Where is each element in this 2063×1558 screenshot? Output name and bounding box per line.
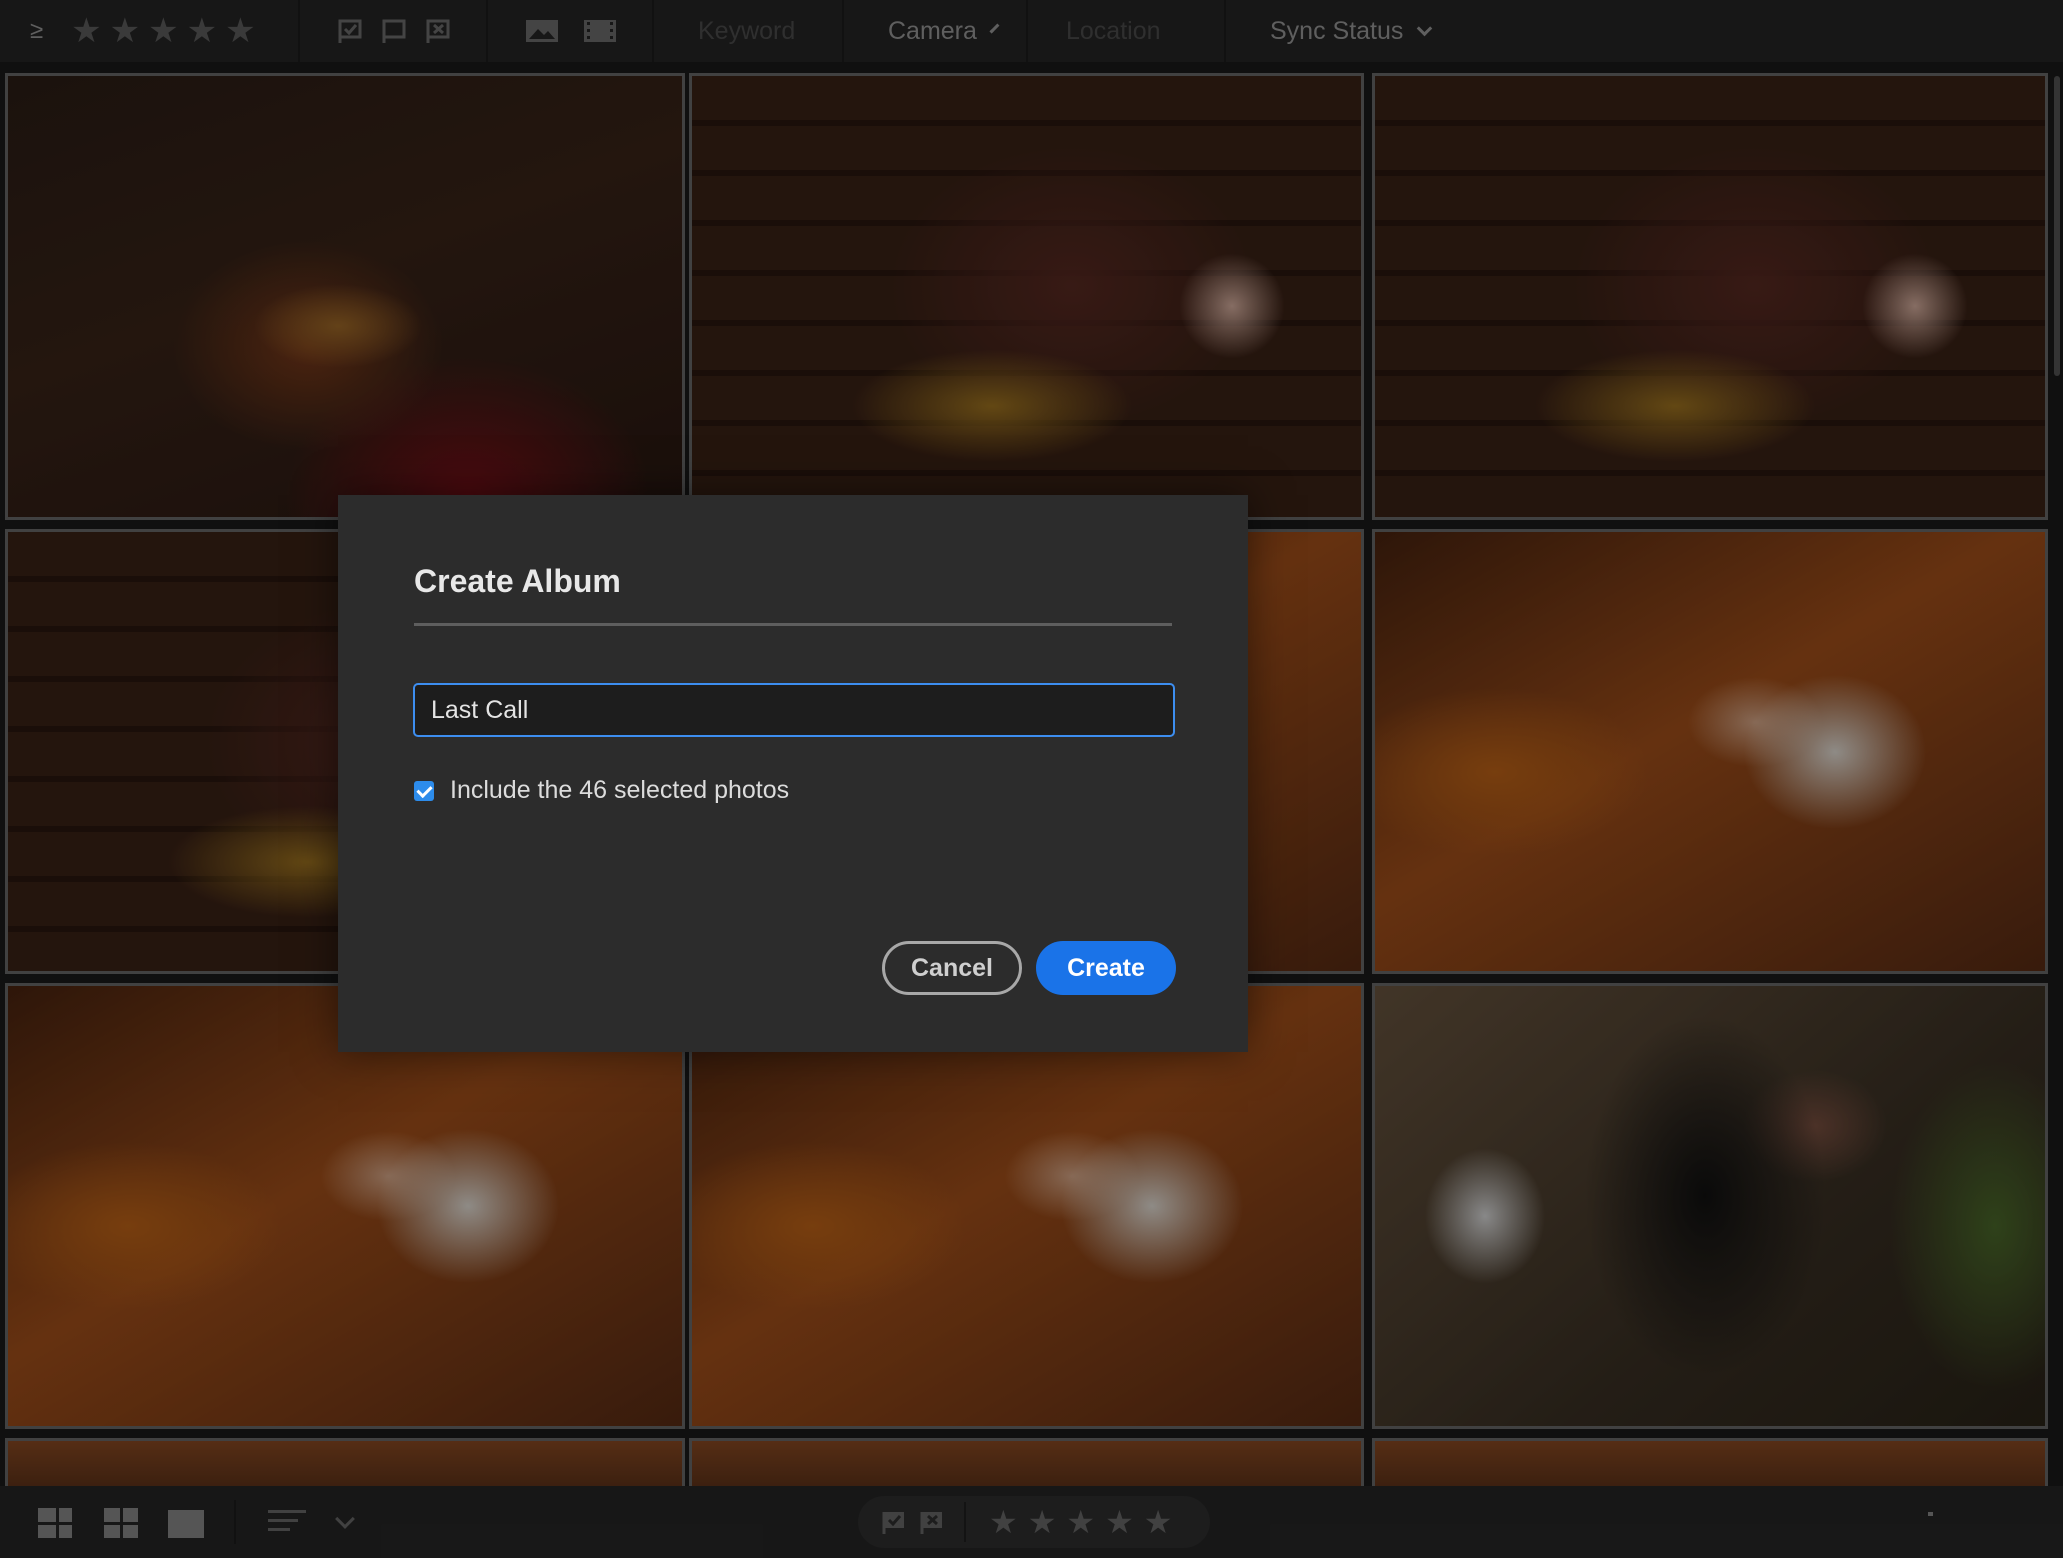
include-selected-label[interactable]: Include the 46 selected photos bbox=[450, 776, 789, 805]
create-album-dialog: Create Album Include the 46 selected pho… bbox=[338, 495, 1248, 1052]
include-selected-row[interactable]: Include the 46 selected photos bbox=[414, 776, 789, 805]
cancel-button[interactable]: Cancel bbox=[882, 941, 1022, 995]
include-selected-checkbox[interactable] bbox=[414, 780, 434, 801]
dialog-divider bbox=[414, 623, 1172, 626]
dialog-title: Create Album bbox=[414, 563, 621, 599]
create-button[interactable]: Create bbox=[1036, 941, 1176, 995]
album-name-input[interactable] bbox=[413, 683, 1175, 737]
